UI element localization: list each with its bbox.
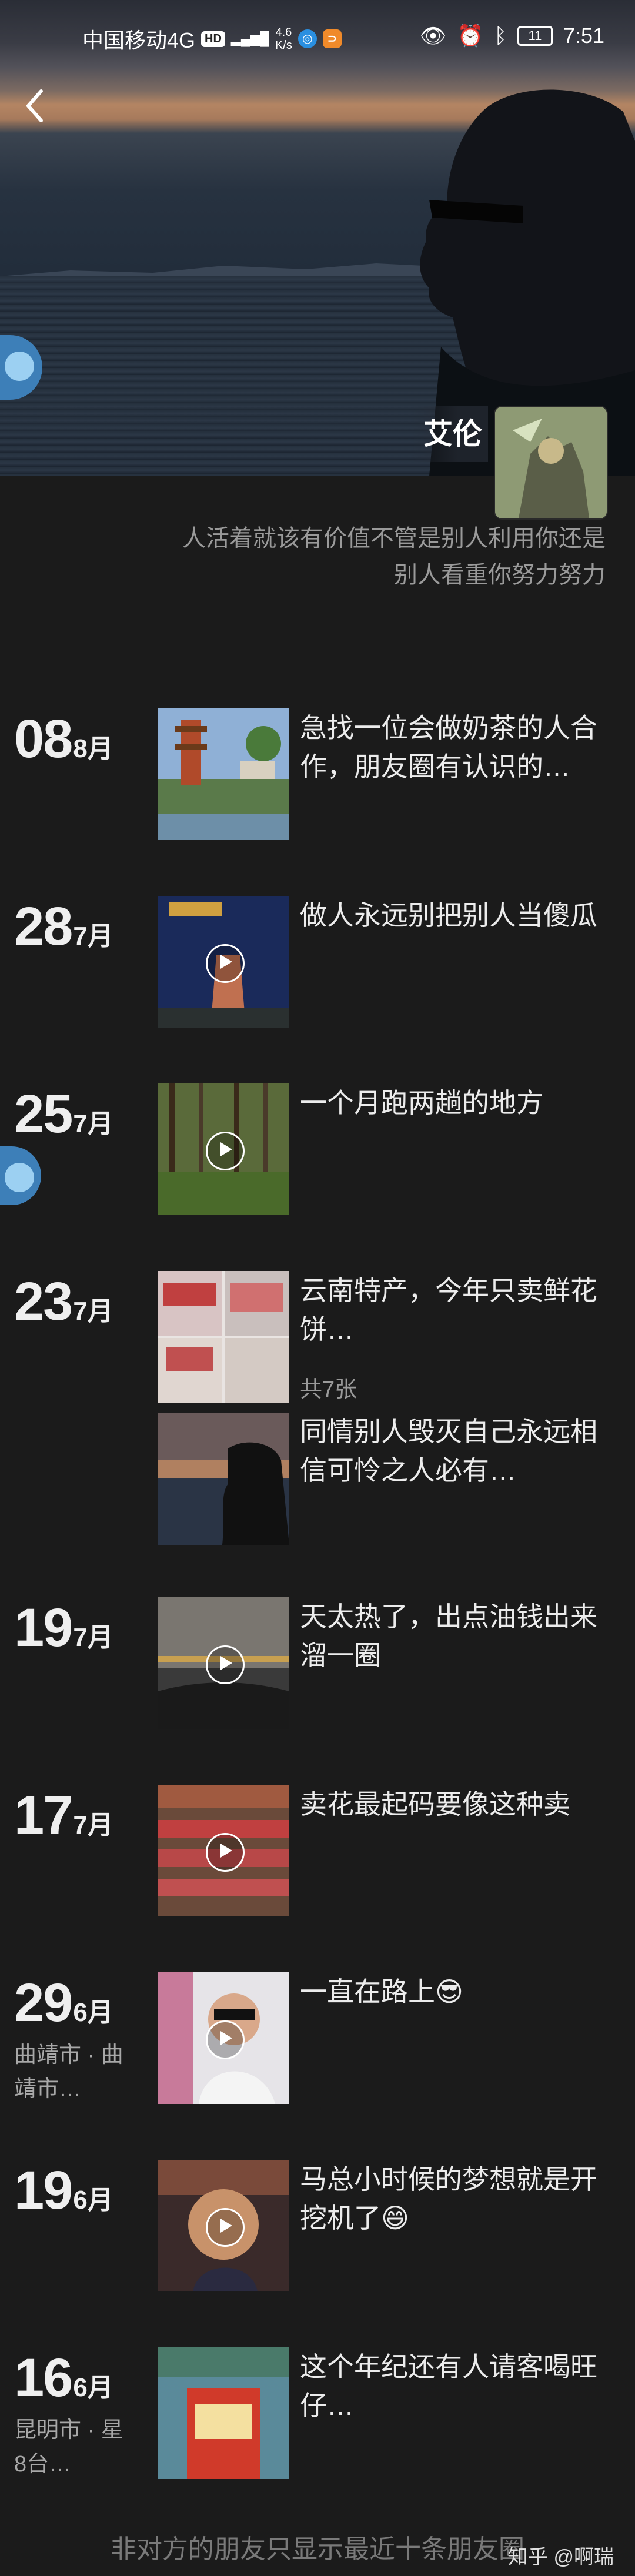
- speed-value: 4.6: [275, 26, 292, 39]
- post-date: 287月: [14, 896, 113, 958]
- post-month: 7月: [73, 1109, 113, 1138]
- thumbnail-image: [158, 708, 289, 840]
- rss-notification-icon: ⊃: [322, 29, 342, 48]
- post-thumbnail[interactable]: [158, 2160, 289, 2291]
- post-thumbnail[interactable]: [158, 1597, 289, 1729]
- status-right-group: 👁 ⏰ ᛒ 11 7:51: [420, 24, 604, 48]
- bluetooth-icon: ᛒ: [494, 24, 507, 48]
- post-caption: 一直在路上😎: [300, 1976, 463, 2007]
- eye-icon: 👁: [419, 24, 447, 48]
- post-date: 088月: [14, 708, 113, 770]
- post-location[interactable]: 昆明市 · 星8台…: [14, 2413, 132, 2481]
- post-date: 237月: [14, 1271, 113, 1333]
- status-bar: 中国移动4G HD ▂▄▆█ 4.6 K/s ◎ ⊃ 👁 ⏰ ᛒ 11 7:51: [0, 0, 635, 76]
- post-month: 7月: [73, 1297, 113, 1326]
- hd-badge: HD: [201, 31, 225, 47]
- post-thumbnail-grid[interactable]: [158, 1271, 289, 1403]
- battery-icon: 11: [517, 26, 553, 46]
- speed-unit: K/s: [275, 39, 292, 52]
- post-thumbnail[interactable]: [158, 1785, 289, 1916]
- post-caption: 这个年纪还有人请客喝旺仔…: [300, 2351, 597, 2421]
- play-icon: [206, 1833, 245, 1872]
- thumbnail-image: [158, 1413, 289, 1545]
- post-caption: 同情别人毁灭自己永远相信可怜之人必有…: [300, 1416, 597, 1486]
- post-day: 19: [14, 2160, 73, 2220]
- bird-icon: [5, 1163, 34, 1192]
- signal-icon: ▂▄▆█: [230, 31, 269, 46]
- post-thumbnail[interactable]: [158, 708, 289, 840]
- avatar-image: [495, 407, 607, 518]
- post-day: 19: [14, 1598, 73, 1658]
- post-thumbnail[interactable]: [158, 1413, 289, 1545]
- post-day: 29: [14, 1973, 73, 2033]
- thumbnail-image: [158, 2347, 289, 2479]
- post-date: 166月: [14, 2347, 113, 2409]
- post-thumbnail[interactable]: [158, 2347, 289, 2479]
- post-caption: 云南特产，今年只卖鲜花饼…: [300, 1275, 597, 1344]
- post-day: 23: [14, 1272, 73, 1332]
- post-day: 25: [14, 1084, 73, 1144]
- status-left-group: 中国移动4G HD ▂▄▆█ 4.6 K/s ◎ ⊃: [82, 24, 342, 54]
- post-date: 196月: [14, 2160, 113, 2222]
- post-month: 8月: [73, 734, 113, 763]
- play-icon: [206, 2208, 245, 2247]
- app-notification-icon: ◎: [298, 29, 317, 48]
- photo-count: 共7张: [300, 1377, 357, 1402]
- post-date: 177月: [14, 1785, 113, 1846]
- bird-icon: [5, 352, 34, 381]
- post-month: 6月: [73, 2373, 113, 2402]
- watermark: 知乎 @啊瑞: [508, 2546, 614, 2568]
- post-month: 7月: [73, 1811, 113, 1839]
- post-day: 17: [14, 1785, 73, 1845]
- thumbnail-image: [158, 1271, 289, 1403]
- profile-avatar[interactable]: [494, 406, 608, 520]
- post-day: 16: [14, 2348, 73, 2408]
- post-date: 197月: [14, 1597, 113, 1659]
- play-icon: [206, 944, 245, 983]
- play-icon: [206, 1132, 245, 1170]
- post-location[interactable]: 曲靖市 · 曲靖市…: [14, 2038, 132, 2106]
- post-thumbnail[interactable]: [158, 1083, 289, 1215]
- profile-nickname: 艾伦: [412, 406, 488, 462]
- profile-signature: 人活着就该有价值不管是别人利用你还是别人看重你努力努力: [182, 526, 606, 588]
- post-caption: 急找一位会做奶茶的人合作，朋友圈有认识的…: [300, 712, 597, 782]
- alarm-icon: ⏰: [457, 24, 484, 48]
- play-icon: [206, 2020, 245, 2059]
- floating-assist-bubble-2[interactable]: [0, 1146, 41, 1205]
- post-thumbnail[interactable]: [158, 896, 289, 1028]
- clock: 7:51: [563, 24, 604, 48]
- back-arrow-icon[interactable]: [18, 82, 53, 129]
- post-caption: 做人永远别把别人当傻瓜: [300, 900, 597, 931]
- post-caption: 一个月跑两趟的地方: [300, 1088, 543, 1118]
- network-speed: 4.6 K/s: [275, 26, 292, 52]
- play-icon: [206, 1645, 245, 1684]
- post-thumbnail[interactable]: [158, 1972, 289, 2104]
- post-date: 296月: [14, 1972, 113, 2034]
- post-month: 6月: [73, 1998, 113, 2027]
- post-day: 08: [14, 709, 73, 769]
- carrier-label: 中国移动4G: [82, 28, 196, 52]
- post-caption: 天太热了，出点油钱出来溜一圈: [300, 1601, 597, 1671]
- post-month: 7月: [73, 1623, 113, 1652]
- post-date: 257月: [14, 1083, 113, 1145]
- post-day: 28: [14, 896, 73, 956]
- post-month: 7月: [73, 922, 113, 951]
- post-month: 6月: [73, 2186, 113, 2214]
- cover-photo[interactable]: 中国移动4G HD ▂▄▆█ 4.6 K/s ◎ ⊃ 👁 ⏰ ᛒ 11 7:51…: [0, 0, 635, 476]
- post-caption: 卖花最起码要像这种卖: [300, 1789, 570, 1819]
- post-caption: 马总小时候的梦想就是开挖机了😄: [300, 2164, 597, 2233]
